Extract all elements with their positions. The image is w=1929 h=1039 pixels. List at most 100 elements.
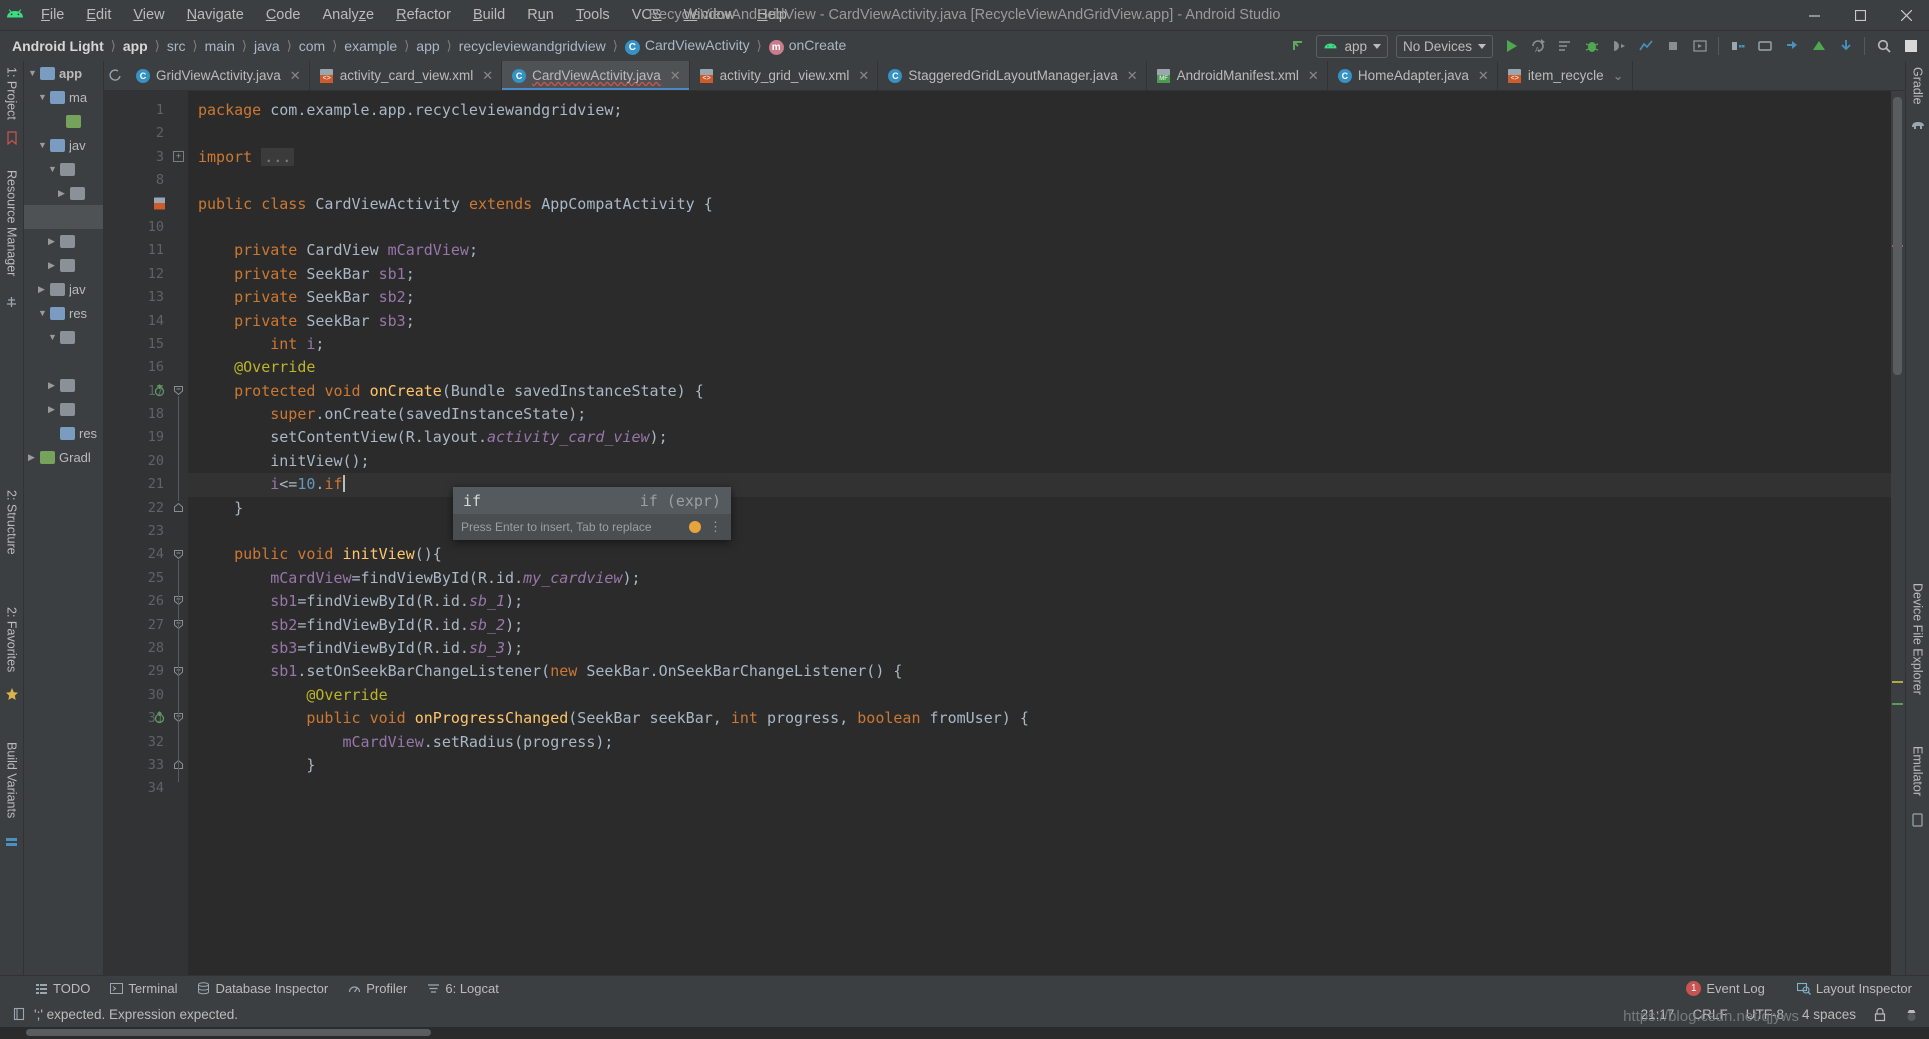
code-line[interactable]: import ... — [188, 146, 1891, 169]
tree-node-gradle-scripts[interactable]: ▶ Gradl — [24, 445, 103, 469]
code-line[interactable]: initView(); — [188, 450, 1891, 473]
chevron-down-icon[interactable]: ⌄ — [1613, 68, 1624, 84]
code-line[interactable]: @Override — [188, 684, 1891, 707]
tree-node-item2[interactable]: ▶ — [24, 253, 103, 277]
code-line[interactable] — [188, 122, 1891, 145]
editor-tab-activity-card-view[interactable]: activity_card_view.xml ✕ — [310, 61, 503, 90]
breadcrumb-item-com[interactable]: com — [295, 36, 329, 56]
breadcrumb-item-method[interactable]: m onCreate — [765, 35, 851, 57]
close-icon[interactable]: ✕ — [290, 68, 301, 84]
tree-node-manifests[interactable]: ▼ ma — [24, 85, 103, 109]
breadcrumb-item-app2[interactable]: app — [412, 36, 443, 56]
tool-window-event-log[interactable]: 1 Event Log — [1677, 978, 1774, 999]
code-line[interactable]: private SeekBar sb2; — [188, 286, 1891, 309]
chevron-right-icon[interactable]: ▶ — [48, 380, 60, 391]
horizontal-scrollbar-thumb[interactable] — [26, 1029, 431, 1036]
menu-file[interactable]: FFileile — [30, 3, 75, 27]
code-line[interactable]: public void onProgressChanged(SeekBar se… — [188, 707, 1891, 730]
device-selector[interactable]: No Devices — [1395, 34, 1493, 58]
override-method-icon[interactable] — [153, 711, 166, 724]
chevron-down-icon[interactable]: ▼ — [38, 308, 50, 318]
code-folding-gutter[interactable]: + — [170, 91, 188, 975]
layout-file-icon[interactable] — [153, 197, 166, 210]
build-variants-icon[interactable] — [1, 830, 23, 854]
breadcrumb-item-package[interactable]: recycleviewandgridview — [455, 36, 610, 56]
editor-tab-androidmanifest[interactable]: AndroidManifest.xml ✕ — [1147, 61, 1328, 90]
code-line[interactable] — [188, 169, 1891, 192]
code-line[interactable]: int i; — [188, 333, 1891, 356]
editor-scrollbar-thumb[interactable] — [1893, 97, 1902, 375]
sync-gradle-icon[interactable] — [1779, 34, 1804, 58]
tool-window-device-file-explorer[interactable]: Device File Explorer — [1908, 577, 1928, 701]
close-icon[interactable]: ✕ — [482, 68, 493, 84]
gradle-elephant-icon[interactable] — [1907, 113, 1929, 137]
device-explorer-icon[interactable] — [1833, 34, 1858, 58]
code-line[interactable]: private SeekBar sb1; — [188, 263, 1891, 286]
fold-collapse-icon[interactable] — [173, 549, 184, 560]
code-line[interactable]: sb1=findViewById(R.id.sb_1); — [188, 590, 1891, 613]
tree-node-java[interactable]: ▼ jav — [24, 133, 103, 157]
editor-tab-homeadapter[interactable]: C HomeAdapter.java ✕ — [1328, 61, 1498, 90]
code-line[interactable]: private SeekBar sb3; — [188, 310, 1891, 333]
editor-tab-cardviewactivity[interactable]: C CardViewActivity.java ✕ — [502, 61, 690, 90]
tool-window-gradle[interactable]: Gradle — [1908, 61, 1928, 111]
menu-analyze[interactable]: Analyze — [312, 3, 386, 27]
chevron-down-icon[interactable]: ▼ — [38, 92, 50, 102]
main-menu[interactable]: FFileile Edit View Navigate Code Analyze… — [30, 3, 798, 27]
editor-notification-icon[interactable] — [12, 1007, 26, 1021]
tree-node-res2[interactable]: res — [24, 421, 103, 445]
bookmarks-icon[interactable] — [1, 126, 23, 150]
code-line[interactable]: setContentView(R.layout.activity_card_vi… — [188, 426, 1891, 449]
intention-bulb-icon[interactable] — [689, 521, 701, 533]
editor-tab-activity-grid-view[interactable]: activity_grid_view.xml ✕ — [690, 61, 879, 90]
code-line[interactable]: sb3=findViewById(R.id.sb_3); — [188, 637, 1891, 660]
menu-window[interactable]: Window — [673, 3, 747, 27]
editor-tab-item-recycle[interactable]: item_recycle ⌄ — [1498, 61, 1633, 90]
close-icon[interactable]: ✕ — [670, 68, 681, 84]
code-line[interactable]: mCardView.setRadius(progress); — [188, 731, 1891, 754]
tree-node-app[interactable]: ▼ app — [24, 61, 103, 85]
chevron-right-icon[interactable]: ▶ — [58, 188, 70, 199]
run-icon[interactable] — [1498, 34, 1523, 58]
code-line[interactable] — [188, 216, 1891, 239]
code-completion-popup[interactable]: if if (expr) Press Enter to insert, Tab … — [453, 487, 731, 540]
tool-window-structure[interactable]: 2: Structure — [2, 484, 22, 561]
more-options-icon[interactable]: ⋮ — [709, 519, 723, 535]
code-line[interactable]: i<=10.if — [188, 473, 1891, 497]
project-tool-window[interactable]: ▼ app ▼ ma ▼ jav ▼ ▶ ▶ ▶ ▶ jav ▼ res ▼ ▶… — [24, 61, 104, 975]
tree-node-res-child2[interactable]: ▶ — [24, 373, 103, 397]
menu-refactor[interactable]: Refactor — [385, 3, 462, 27]
tab-list-icon[interactable] — [104, 61, 126, 90]
stop-icon[interactable] — [1660, 34, 1685, 58]
code-line[interactable]: protected void onCreate(Bundle savedInst… — [188, 380, 1891, 403]
code-line[interactable]: } — [188, 754, 1891, 777]
chevron-down-icon[interactable]: ▼ — [48, 332, 60, 342]
indent-setting[interactable]: 4 spaces — [1802, 1007, 1856, 1022]
close-icon[interactable]: ✕ — [858, 68, 869, 84]
menu-tools[interactable]: Tools — [565, 3, 621, 27]
menu-vcs[interactable]: VCS — [621, 3, 673, 27]
tree-node-res-leaf[interactable] — [24, 349, 103, 373]
maximize-button[interactable] — [1837, 0, 1883, 31]
tool-window-database-inspector[interactable]: Database Inspector — [188, 978, 337, 999]
tool-window-terminal[interactable]: Terminal — [101, 978, 186, 999]
override-method-icon[interactable] — [153, 383, 166, 397]
avd-manager-icon[interactable] — [1752, 34, 1777, 58]
tool-window-build-variants[interactable]: Build Variants — [2, 736, 22, 824]
sync-project-icon[interactable] — [1286, 34, 1311, 58]
close-button[interactable] — [1883, 0, 1929, 31]
breadcrumb-item-src[interactable]: src — [163, 36, 190, 56]
code-line[interactable]: mCardView=findViewById(R.id.my_cardview)… — [188, 567, 1891, 590]
chevron-down-icon[interactable]: ▼ — [28, 68, 40, 78]
close-icon[interactable]: ✕ — [1127, 68, 1138, 84]
menu-edit[interactable]: Edit — [75, 3, 122, 27]
fold-expand-icon[interactable]: + — [173, 150, 184, 162]
tree-node-package[interactable]: ▼ — [24, 157, 103, 181]
breadcrumb-item-main[interactable]: main — [201, 36, 239, 56]
fold-end-icon[interactable] — [173, 502, 184, 513]
chevron-right-icon[interactable]: ▶ — [48, 404, 60, 415]
minimize-button[interactable] — [1791, 0, 1837, 31]
fold-collapse-icon[interactable] — [173, 385, 184, 396]
tool-window-logcat[interactable]: 6: Logcat — [418, 978, 508, 999]
tool-window-favorites[interactable]: 2: Favorites — [2, 601, 22, 678]
